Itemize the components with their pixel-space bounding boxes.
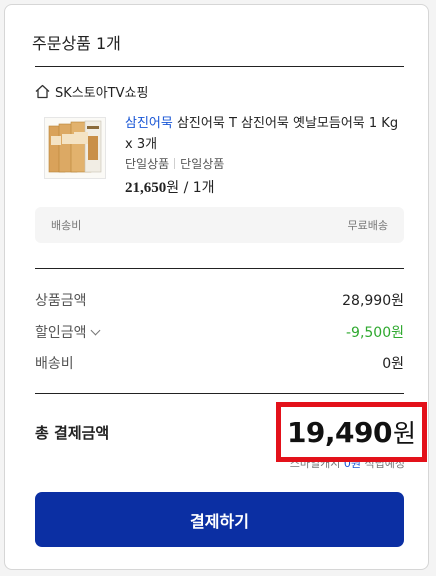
product-amount-value: 28,990원	[342, 293, 404, 309]
product-brand[interactable]: 삼진어묵	[125, 116, 173, 131]
shipping-fee-value: 0원	[382, 356, 404, 372]
item-shipping-value: 무료배송	[347, 219, 388, 232]
chevron-down-icon	[90, 325, 100, 336]
product-price: 21,650원 / 1개	[125, 177, 215, 197]
product-options: 단일상품 단일상품	[125, 155, 224, 172]
product-price-unit: 원	[166, 180, 180, 196]
option-label: 단일상품	[125, 157, 170, 171]
order-count-title: 주문상품 1개	[32, 34, 121, 53]
discount-value: -9,500원	[345, 325, 404, 341]
total-amount-highlight: 19,490 원	[276, 402, 427, 462]
section-divider	[35, 393, 404, 394]
product-amount-label: 상품금액	[35, 293, 87, 309]
product-amount-row: 상품금액 28,990원	[35, 290, 404, 310]
total-amount-value: 19,490	[286, 415, 393, 449]
total-amount-label: 총 결제금액	[35, 424, 110, 442]
discount-toggle[interactable]: 할인금액	[35, 322, 100, 342]
product-quantity: / 1개	[179, 180, 215, 196]
store-link[interactable]: SK스토아TV쇼핑	[34, 82, 148, 101]
item-shipping-box: 배송비 무료배송	[35, 207, 404, 243]
pay-button[interactable]: 결제하기	[35, 492, 404, 547]
store-name: SK스토아TV쇼핑	[55, 86, 149, 101]
item-shipping-label: 배송비	[51, 219, 82, 232]
product-thumbnail[interactable]	[44, 117, 106, 179]
product-price-amount: 21,650	[125, 180, 167, 196]
shipping-fee-label: 배송비	[35, 356, 74, 372]
section-divider	[35, 66, 404, 67]
home-icon	[34, 84, 51, 99]
option-value: 단일상품	[180, 157, 225, 171]
section-divider	[35, 268, 404, 269]
total-amount-unit: 원	[393, 419, 417, 448]
discount-label: 할인금액	[35, 325, 87, 341]
product-name[interactable]: 삼진어묵 삼진어묵 T 삼진어묵 옛날모듬어묵 1 Kg x 3개	[125, 113, 405, 155]
option-separator	[174, 158, 176, 169]
shipping-fee-row: 배송비 0원	[35, 353, 404, 373]
discount-row: 할인금액 -9,500원	[35, 322, 404, 342]
